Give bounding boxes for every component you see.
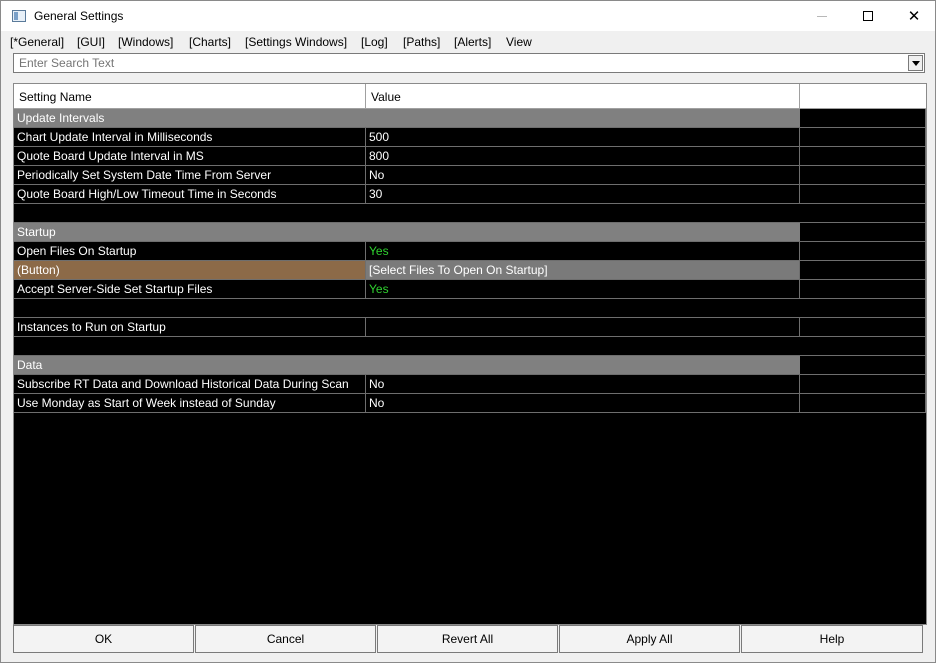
table-cell [800,356,926,375]
table-cell [800,261,926,280]
table-cell [800,185,926,204]
table-row[interactable]: Subscribe RT Data and Download Historica… [14,375,926,394]
table-row[interactable]: Chart Update Interval in Milliseconds 50… [14,128,926,147]
table-cell [800,299,926,318]
table-cell [800,166,926,185]
setting-value[interactable]: No [366,394,800,413]
table-row[interactable]: Use Monday as Start of Week instead of S… [14,394,926,413]
search-box[interactable] [13,53,925,73]
table-cell [800,394,926,413]
app-window-icon [12,10,26,22]
table-row[interactable]: Quote Board Update Interval in MS 800 [14,147,926,166]
table-row[interactable]: Periodically Set System Date Time From S… [14,166,926,185]
table-cell [14,337,800,356]
setting-value[interactable]: 800 [366,147,800,166]
setting-value[interactable]: No [366,166,800,185]
setting-name: Use Monday as Start of Week instead of S… [14,394,366,413]
header-extra [800,84,926,109]
dialog-buttons: OK Cancel Revert All Apply All Help [13,625,925,653]
table-cell [800,375,926,394]
group-title: Startup [14,223,800,242]
table-cell [14,299,800,318]
menu-charts[interactable]: [Charts] [189,35,231,49]
group-row[interactable]: Startup [14,223,926,242]
menu-general[interactable]: [*General] [10,35,64,49]
group-title: Data [14,356,800,375]
minimize-button[interactable] [799,1,845,31]
setting-value[interactable]: Yes [366,242,800,261]
setting-name: Instances to Run on Startup [14,318,366,337]
help-button[interactable]: Help [741,625,923,653]
title-bar[interactable]: General Settings ✕ [1,1,935,31]
table-cell [800,280,926,299]
table-cell [800,337,926,356]
setting-value[interactable]: 30 [366,185,800,204]
table-row[interactable]: Accept Server-Side Set Startup Files Yes [14,280,926,299]
table-cell [14,204,800,223]
setting-name: Subscribe RT Data and Download Historica… [14,375,366,394]
maximize-button[interactable] [845,1,891,31]
table-cell [800,223,926,242]
maximize-icon [863,11,873,21]
setting-name: (Button) [14,261,366,280]
setting-value[interactable]: Yes [366,280,800,299]
select-startup-files-button[interactable]: [Select Files To Open On Startup] [366,261,800,280]
ok-button[interactable]: OK [13,625,194,653]
close-icon: ✕ [907,8,921,25]
general-settings-window: General Settings ✕ [*General] [GUI] [Win… [0,0,936,663]
table-cell [800,318,926,337]
menu-alerts[interactable]: [Alerts] [454,35,491,49]
menu-bar: [*General] [GUI] [Windows] [Charts] [Set… [1,32,935,52]
window-title: General Settings [34,9,124,23]
group-title: Update Intervals [14,109,800,128]
setting-name: Chart Update Interval in Milliseconds [14,128,366,147]
table-cell [800,204,926,223]
header-setting-name[interactable]: Setting Name [14,84,366,109]
setting-name: Periodically Set System Date Time From S… [14,166,366,185]
menu-view[interactable]: View [506,35,532,49]
setting-name: Quote Board High/Low Timeout Time in Sec… [14,185,366,204]
close-button[interactable]: ✕ [891,1,936,31]
group-row[interactable]: Data [14,356,926,375]
menu-settings-windows[interactable]: [Settings Windows] [245,35,347,49]
table-row[interactable]: (Button) [Select Files To Open On Startu… [14,261,926,280]
grid-header: Setting Name Value [14,84,926,109]
menu-log[interactable]: [Log] [361,35,388,49]
search-dropdown-button[interactable] [908,55,923,71]
setting-value[interactable]: No [366,375,800,394]
table-cell [800,128,926,147]
spacer-row [14,299,926,318]
setting-value[interactable]: 500 [366,128,800,147]
table-row[interactable]: Quote Board High/Low Timeout Time in Sec… [14,185,926,204]
setting-value[interactable] [366,318,800,337]
header-value[interactable]: Value [366,84,800,109]
menu-gui[interactable]: [GUI] [77,35,105,49]
spacer-row [14,204,926,223]
setting-name: Quote Board Update Interval in MS [14,147,366,166]
table-row[interactable]: Instances to Run on Startup [14,318,926,337]
minimize-icon [817,15,827,17]
search-input[interactable] [14,54,906,72]
spacer-row [14,337,926,356]
table-cell [800,242,926,261]
revert-all-button[interactable]: Revert All [377,625,558,653]
cancel-button[interactable]: Cancel [195,625,376,653]
menu-windows[interactable]: [Windows] [118,35,173,49]
setting-name: Open Files On Startup [14,242,366,261]
table-cell [800,109,926,128]
menu-paths[interactable]: [Paths] [403,35,440,49]
table-cell [800,147,926,166]
group-row[interactable]: Update Intervals [14,109,926,128]
setting-name: Accept Server-Side Set Startup Files [14,280,366,299]
settings-grid: Setting Name Value Update Intervals Char… [13,83,927,625]
table-row[interactable]: Open Files On Startup Yes [14,242,926,261]
apply-all-button[interactable]: Apply All [559,625,740,653]
